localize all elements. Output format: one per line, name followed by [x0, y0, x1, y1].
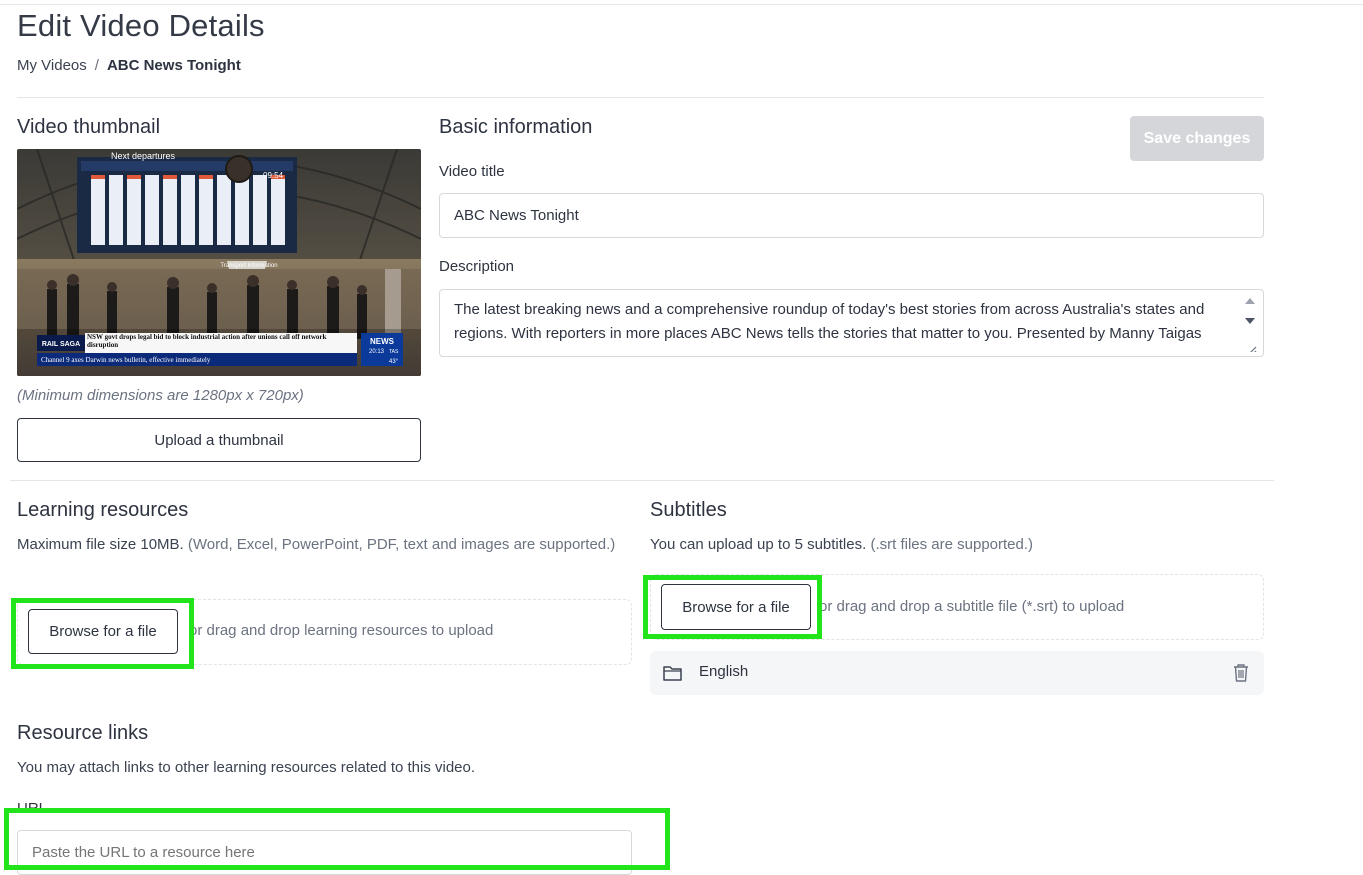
ticker-headline-text: NSW govt drops legal bid to block indust… — [87, 333, 327, 349]
video-title-label: Video title — [439, 163, 505, 180]
top-divider — [0, 4, 1363, 5]
subtitle-file-item[interactable]: English — [650, 651, 1264, 695]
video-title-input[interactable]: ABC News Tonight — [439, 193, 1264, 238]
video-title-value: ABC News Tonight — [454, 207, 579, 224]
learning-supported-types: (Word, Excel, PowerPoint, PDF, text and … — [183, 536, 616, 553]
header-divider — [17, 97, 1264, 98]
thumbnail-scene: Next departures 09:54 Transport Informat… — [17, 149, 421, 376]
breadcrumb-separator: / — [94, 57, 99, 74]
subtitles-heading: Subtitles — [650, 499, 727, 521]
thumbnail-heading: Video thumbnail — [17, 116, 161, 138]
learning-resources-description: Maximum file size 10MB. (Word, Excel, Po… — [17, 533, 617, 556]
scrollbar-arrows-icon[interactable] — [1243, 292, 1257, 352]
save-changes-button[interactable]: Save changes — [1130, 116, 1264, 161]
page-title: Edit Video Details — [17, 8, 265, 43]
breadcrumb-current: ABC News Tonight — [106, 57, 241, 74]
subtitle-file-name: English — [699, 663, 749, 680]
ticker-sub-text: Channel 9 axes Darwin news bulletin, eff… — [41, 356, 211, 364]
network-time-text: 20:13 — [369, 349, 385, 355]
upload-thumbnail-button[interactable]: Upload a thumbnail — [17, 418, 421, 462]
network-zone-text: TAS — [389, 349, 399, 355]
video-thumbnail-image: Next departures 09:54 Transport Informat… — [17, 149, 421, 376]
subtitles-drop-text: or drag and drop a subtitle file (*.srt)… — [819, 598, 1125, 615]
weather-temp-text: 43° — [389, 359, 399, 365]
subtitles-limit: You can upload up to 5 subtitles. — [650, 536, 867, 553]
resource-links-heading: Resource links — [17, 722, 149, 744]
board-title-text: Next departures — [111, 151, 176, 161]
section-divider — [10, 480, 1274, 481]
learning-size-limit: Maximum file size 10MB. — [17, 536, 184, 553]
subtitles-description: You can upload up to 5 subtitles. (.srt … — [650, 533, 1264, 556]
trash-icon[interactable] — [1232, 663, 1250, 683]
description-value: The latest breaking news and a comprehen… — [454, 301, 1205, 342]
highlight-box-url-input — [4, 808, 670, 870]
breadcrumb: My Videos / ABC News Tonight — [17, 57, 241, 74]
thumbnail-dimension-hint: (Minimum dimensions are 1280px x 720px) — [17, 387, 304, 404]
learning-resources-heading: Learning resources — [17, 499, 189, 521]
description-label: Description — [439, 258, 515, 275]
description-scrollbar[interactable] — [1239, 292, 1261, 352]
highlight-box-subtitles-browse — [643, 575, 822, 639]
board-clock-text: 09:54 — [263, 171, 284, 180]
station-sign-text: Transport Information — [220, 263, 277, 269]
network-logo-text: NEWS — [370, 337, 395, 346]
resource-links-description: You may attach links to other learning r… — [17, 759, 476, 776]
description-textarea[interactable]: The latest breaking news and a comprehen… — [439, 289, 1264, 357]
highlight-box-learning-browse — [11, 598, 194, 669]
subtitles-supported-types: (.srt files are supported.) — [866, 536, 1034, 553]
basic-info-heading: Basic information — [439, 116, 593, 138]
folder-icon — [663, 666, 682, 681]
ticker-tag-text: RAIL SAGA — [42, 341, 80, 348]
learning-drop-text: or drag and drop learning resources to u… — [189, 622, 494, 639]
breadcrumb-parent-link[interactable]: My Videos — [17, 57, 87, 74]
